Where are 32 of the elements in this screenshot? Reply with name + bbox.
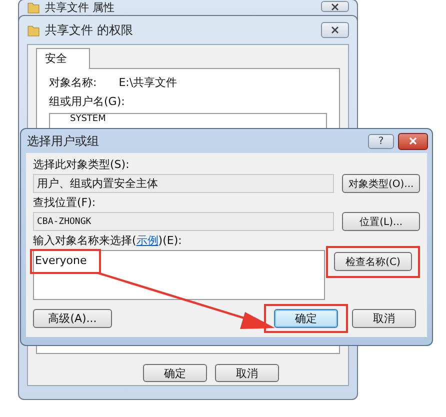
folder-icon [27, 24, 40, 36]
object-type-button[interactable]: 对象类型(O)... [342, 174, 420, 193]
close-icon [408, 137, 418, 145]
dialog-button[interactable]: 取消 [352, 309, 416, 328]
example-link[interactable]: 示例 [136, 234, 158, 247]
field-label: 选择此对象类型(S): [33, 157, 130, 172]
dialog-title: 选择用户或组 [27, 132, 100, 150]
field-label: 查找位置(F): [33, 195, 96, 210]
dialog-button[interactable]: 确定 [274, 309, 338, 328]
object-type-field: 用户、组或内置安全主体 [33, 174, 334, 193]
close-icon [330, 26, 340, 34]
help-button[interactable]: ? [368, 134, 394, 148]
location-button[interactable]: 位置(L)... [342, 212, 420, 231]
location-field: CBA-ZHONGK [33, 212, 334, 231]
check-names-button[interactable]: 检查名称(C) [334, 252, 412, 271]
typed-name: Everyone [30, 249, 101, 274]
dialog-button[interactable]: 取消 [215, 364, 279, 382]
close-button[interactable] [398, 132, 428, 150]
close-button[interactable] [321, 22, 349, 38]
object-path: E:\共享文件 [118, 75, 178, 90]
names-field[interactable]: Everyone [33, 250, 325, 300]
tab[interactable]: 安全 [36, 48, 90, 69]
window-title: 共享文件 属性 [45, 1, 116, 14]
list-item[interactable]: SYSTEM [50, 114, 326, 125]
close-icon [330, 2, 340, 10]
field-label: 对象名称: [49, 75, 97, 90]
field-label: 组或用户名(G): [49, 94, 125, 109]
dialog-button[interactable]: 高级(A)... [33, 309, 112, 328]
close-button[interactable] [321, 1, 349, 12]
dialog-button[interactable]: 确定 [143, 364, 207, 382]
field-label: 输入对象名称来选择(示例)(E): [33, 233, 182, 248]
window-title: 共享文件 的权限 [45, 22, 134, 38]
